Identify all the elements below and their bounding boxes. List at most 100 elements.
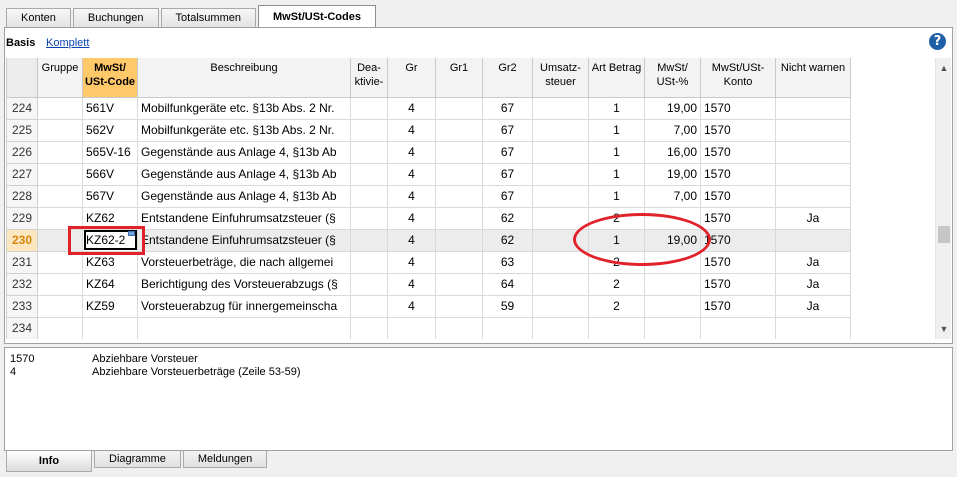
cell-deaktiviert[interactable] xyxy=(350,96,388,120)
cell-gr1[interactable] xyxy=(435,184,483,208)
cell-deaktiviert[interactable] xyxy=(350,140,388,164)
view-komplett-link[interactable]: Komplett xyxy=(46,37,89,49)
cell-gruppe[interactable] xyxy=(37,140,83,164)
cell-gr2[interactable]: 67 xyxy=(482,140,533,164)
cell-gr1[interactable] xyxy=(435,294,483,318)
table-row[interactable]: 229 KZ62 Entstandene Einfuhrumsatzsteuer (… xyxy=(6,206,851,230)
cell-mwst-prozent[interactable]: 16,00 xyxy=(644,140,701,164)
table-row[interactable]: 224 561V Mobilfunkgeräte etc. §13b Abs. 2 … xyxy=(6,96,851,120)
cell-gr[interactable]: 4 xyxy=(387,96,436,120)
scroll-down-icon[interactable]: ▼ xyxy=(936,321,952,337)
cell-mwst-konto[interactable]: 1570 xyxy=(700,162,776,186)
cell-deaktiviert[interactable] xyxy=(350,294,388,318)
table-row[interactable]: 227 566V Gegenstände aus Anlage 4, §13b Ab… xyxy=(6,162,851,186)
col-header-gruppe[interactable]: Gruppe xyxy=(37,58,83,98)
cell-mwst-prozent[interactable] xyxy=(644,206,701,230)
cell-code[interactable]: KZ64 xyxy=(82,272,138,296)
cell-deaktiviert[interactable] xyxy=(350,184,388,208)
cell-gruppe[interactable] xyxy=(37,96,83,120)
cell-umsatzsteuer[interactable] xyxy=(532,184,589,208)
cell-mwst-prozent[interactable]: 19,00 xyxy=(644,96,701,120)
cell-code[interactable]: KZ59 xyxy=(82,294,138,318)
cell-umsatzsteuer[interactable] xyxy=(532,96,589,120)
table-row[interactable]: 231 KZ63 Vorsteuerbeträge, die nach allgem… xyxy=(6,250,851,274)
col-header-mwst-prozent[interactable]: MwSt/ USt-% xyxy=(644,58,701,98)
cell-mwst-prozent[interactable] xyxy=(644,316,701,339)
cell-gr2[interactable]: 63 xyxy=(482,250,533,274)
cell-deaktiviert[interactable] xyxy=(350,118,388,142)
cell-gr2[interactable]: 62 xyxy=(482,228,533,252)
cell-nicht-warnen[interactable] xyxy=(775,316,851,339)
cell-gruppe[interactable] xyxy=(37,118,83,142)
table-row[interactable]: 230 KZ62-2 Entstandene Einfuhrumsatzsteuer… xyxy=(6,228,851,252)
col-header-mwst-code[interactable]: MwSt/ USt-Code xyxy=(82,58,138,98)
cell-umsatzsteuer[interactable] xyxy=(532,294,589,318)
cell-umsatzsteuer[interactable] xyxy=(532,206,589,230)
cell-gruppe[interactable] xyxy=(37,316,83,339)
cell-gr1[interactable] xyxy=(435,118,483,142)
cell-art-betrag[interactable]: 1 xyxy=(588,118,645,142)
cell-gr2[interactable]: 62 xyxy=(482,206,533,230)
cell-gr1[interactable] xyxy=(435,316,483,339)
cell-art-betrag[interactable]: 1 xyxy=(588,96,645,120)
cell-art-betrag[interactable]: 2 xyxy=(588,294,645,318)
cell-nicht-warnen[interactable] xyxy=(775,162,851,186)
cell-gr2[interactable]: 67 xyxy=(482,162,533,186)
cell-mwst-konto[interactable]: 1570 xyxy=(700,250,776,274)
cell-mwst-konto[interactable]: 1570 xyxy=(700,184,776,208)
help-icon[interactable]: ? xyxy=(929,33,946,50)
cell-nicht-warnen[interactable] xyxy=(775,228,851,252)
cell-gr2[interactable]: 67 xyxy=(482,184,533,208)
cell-gr[interactable]: 4 xyxy=(387,294,436,318)
cell-mwst-konto[interactable] xyxy=(700,316,776,339)
cell-beschreibung[interactable] xyxy=(137,316,351,339)
cell-deaktiviert[interactable] xyxy=(350,162,388,186)
cell-art-betrag[interactable]: 1 xyxy=(588,184,645,208)
cell-art-betrag[interactable]: 1 xyxy=(588,140,645,164)
cell-code[interactable]: 561V xyxy=(82,96,138,120)
cell-deaktiviert[interactable] xyxy=(350,250,388,274)
cell-beschreibung[interactable]: Entstandene Einfuhrumsatzsteuer (§ xyxy=(137,206,351,230)
cell-code[interactable]: KZ62-2 xyxy=(82,228,138,252)
scroll-thumb[interactable] xyxy=(938,226,950,243)
tab-info[interactable]: Info xyxy=(6,451,92,472)
cell-beschreibung[interactable]: Gegenstände aus Anlage 4, §13b Ab xyxy=(137,162,351,186)
cell-deaktiviert[interactable] xyxy=(350,228,388,252)
cell-mwst-konto[interactable]: 1570 xyxy=(700,272,776,296)
cell-gr[interactable]: 4 xyxy=(387,118,436,142)
cell-gr1[interactable] xyxy=(435,250,483,274)
cell-mwst-prozent[interactable] xyxy=(644,294,701,318)
cell-mwst-konto[interactable]: 1570 xyxy=(700,206,776,230)
col-header-gr[interactable]: Gr xyxy=(387,58,436,98)
tab-mwst-ust-codes[interactable]: MwSt/USt-Codes xyxy=(257,5,376,28)
cell-mwst-prozent[interactable]: 19,00 xyxy=(644,228,701,252)
cell-nicht-warnen[interactable] xyxy=(775,140,851,164)
cell-nicht-warnen[interactable]: Ja xyxy=(775,272,851,296)
cell-mwst-prozent[interactable] xyxy=(644,250,701,274)
col-header-art-betrag[interactable]: Art Betrag xyxy=(588,58,645,98)
cell-mwst-konto[interactable]: 1570 xyxy=(700,96,776,120)
cell-deaktiviert[interactable] xyxy=(350,316,388,339)
cell-gr[interactable]: 4 xyxy=(387,162,436,186)
cell-nicht-warnen[interactable]: Ja xyxy=(775,206,851,230)
cell-mwst-prozent[interactable]: 19,00 xyxy=(644,162,701,186)
cell-gr2[interactable]: 67 xyxy=(482,118,533,142)
cell-gr2[interactable]: 59 xyxy=(482,294,533,318)
col-header-row-number[interactable] xyxy=(6,58,38,98)
cell-gr1[interactable] xyxy=(435,140,483,164)
cell-beschreibung[interactable]: Entstandene Einfuhrumsatzsteuer (§ xyxy=(137,228,351,252)
cell-gr2[interactable] xyxy=(482,316,533,339)
cell-code[interactable] xyxy=(82,316,138,339)
cell-gr2[interactable]: 67 xyxy=(482,96,533,120)
cell-beschreibung[interactable]: Vorsteuerbeträge, die nach allgemei xyxy=(137,250,351,274)
cell-mwst-konto[interactable]: 1570 xyxy=(700,140,776,164)
col-header-umsatzsteuer[interactable]: Umsatz- steuer xyxy=(532,58,589,98)
tab-totalsummen[interactable]: Totalsummen xyxy=(160,8,256,27)
cell-mwst-konto[interactable]: 1570 xyxy=(700,118,776,142)
tab-meldungen[interactable]: Meldungen xyxy=(182,451,268,468)
cell-gr1[interactable] xyxy=(435,228,483,252)
cell-gr1[interactable] xyxy=(435,272,483,296)
cell-art-betrag[interactable]: 2 xyxy=(588,272,645,296)
cell-art-betrag[interactable] xyxy=(588,316,645,339)
cell-art-betrag[interactable]: 1 xyxy=(588,228,645,252)
